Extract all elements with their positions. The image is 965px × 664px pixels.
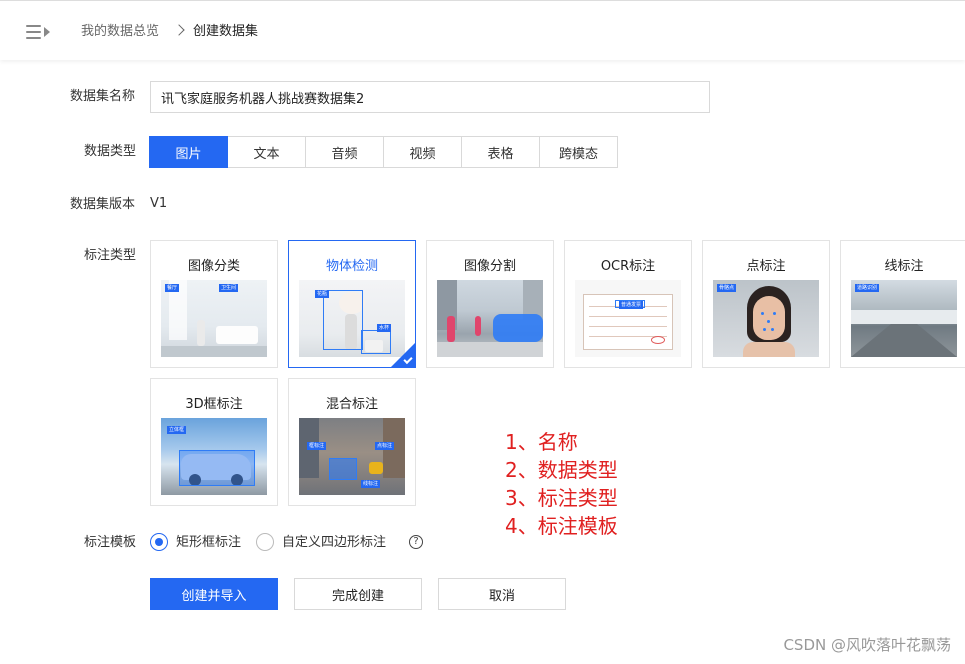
annotation-card-point[interactable]: 点标注 骨骼点 xyxy=(702,240,830,368)
tag-label: 骨骼点 xyxy=(717,284,737,292)
tag-label: 餐厅 xyxy=(165,284,180,292)
annotation-note-4: 4、标注模板 xyxy=(505,514,618,538)
3d-box-thumbnail: 立体框 xyxy=(161,418,267,495)
tag-label: 线标注 xyxy=(361,480,381,488)
tag-label: 点标注 xyxy=(375,442,395,450)
cancel-button[interactable]: 取消 xyxy=(438,578,566,610)
menu-toggle-icon[interactable] xyxy=(26,24,52,40)
data-type-label: 数据类型 xyxy=(84,144,137,159)
mixed-annotation-thumbnail: 框标注 点标注 线标注 xyxy=(299,418,405,495)
dataset-name-label: 数据集名称 xyxy=(70,89,136,104)
image-classification-thumbnail: 餐厅 卫生间 xyxy=(161,280,267,357)
card-title: 线标注 xyxy=(884,259,924,274)
create-and-import-button[interactable]: 创建并导入 xyxy=(150,578,278,610)
tag-label: 卫生间 xyxy=(219,284,239,292)
card-title: 混合标注 xyxy=(325,397,378,412)
chevron-right-icon xyxy=(173,24,185,36)
tag-label: 立体框 xyxy=(167,426,187,434)
tab-cross-modal[interactable]: 跨模态 xyxy=(539,136,618,168)
radio-rectangle-box[interactable] xyxy=(150,533,168,551)
annotation-card-image-classification[interactable]: 图像分类 餐厅 卫生间 xyxy=(150,240,278,368)
tab-text[interactable]: 文本 xyxy=(227,136,306,168)
annotation-type-label: 标注类型 xyxy=(84,248,137,263)
top-bar: 我的数据总览 创建数据集 xyxy=(0,0,965,60)
tab-audio[interactable]: 音频 xyxy=(305,136,384,168)
radio-custom-quadrilateral[interactable] xyxy=(256,533,274,551)
annotation-note-1: 1、名称 xyxy=(505,430,578,454)
tag-label: 框标注 xyxy=(307,442,327,450)
dataset-version-value: V1 xyxy=(150,196,168,211)
breadcrumb-data-overview[interactable]: 我的数据总览 xyxy=(81,23,159,41)
line-annotation-thumbnail: 道路识别 xyxy=(851,280,957,357)
tag-label: 水杯 xyxy=(377,324,392,332)
help-icon[interactable]: ? xyxy=(409,535,423,549)
point-annotation-thumbnail: 骨骼点 xyxy=(713,280,819,357)
annotation-card-3d-box[interactable]: 3D框标注 立体框 xyxy=(150,378,278,506)
radio-custom-quadrilateral-label[interactable]: 自定义四边形标注 xyxy=(282,534,386,552)
card-title: 物体检测 xyxy=(325,259,378,274)
card-title: 3D框标注 xyxy=(185,397,243,412)
dataset-name-input[interactable] xyxy=(150,81,710,113)
tab-image[interactable]: 图片 xyxy=(149,136,228,168)
card-title: 图像分割 xyxy=(463,259,516,274)
tag-label: 普通发票 xyxy=(619,301,644,309)
data-type-tabs: 图片 文本 音频 视频 表格 跨模态 xyxy=(149,136,618,168)
selected-corner xyxy=(391,343,415,367)
radio-rectangle-box-label[interactable]: 矩形框标注 xyxy=(176,534,241,552)
annotation-card-line[interactable]: 线标注 道路识别 xyxy=(840,240,965,368)
breadcrumb-create-dataset: 创建数据集 xyxy=(193,24,259,39)
annotation-template-label: 标注模板 xyxy=(84,535,137,550)
annotation-note-3: 3、标注类型 xyxy=(505,486,618,510)
image-segmentation-thumbnail xyxy=(437,280,543,357)
tag-label: 道路识别 xyxy=(855,284,880,292)
tag-label: 花瓶 xyxy=(315,290,330,298)
annotation-card-object-detection[interactable]: 物体检测 花瓶 水杯 xyxy=(288,240,416,368)
card-title: 点标注 xyxy=(746,259,786,274)
annotation-card-ocr[interactable]: OCR标注 普通发票 xyxy=(564,240,692,368)
card-title: OCR标注 xyxy=(600,259,656,274)
annotation-card-mixed[interactable]: 混合标注 框标注 点标注 线标注 xyxy=(288,378,416,506)
ocr-thumbnail: 普通发票 xyxy=(575,280,681,357)
tab-video[interactable]: 视频 xyxy=(383,136,462,168)
object-detection-thumbnail: 花瓶 水杯 xyxy=(299,280,405,357)
dataset-version-label: 数据集版本 xyxy=(70,197,136,212)
annotation-card-image-segmentation[interactable]: 图像分割 xyxy=(426,240,554,368)
tab-table[interactable]: 表格 xyxy=(461,136,540,168)
card-title: 图像分类 xyxy=(187,259,240,274)
finish-create-button[interactable]: 完成创建 xyxy=(294,578,422,610)
annotation-note-2: 2、数据类型 xyxy=(505,458,618,482)
csdn-watermark: CSDN @风吹落叶花飘荡 xyxy=(783,636,951,654)
